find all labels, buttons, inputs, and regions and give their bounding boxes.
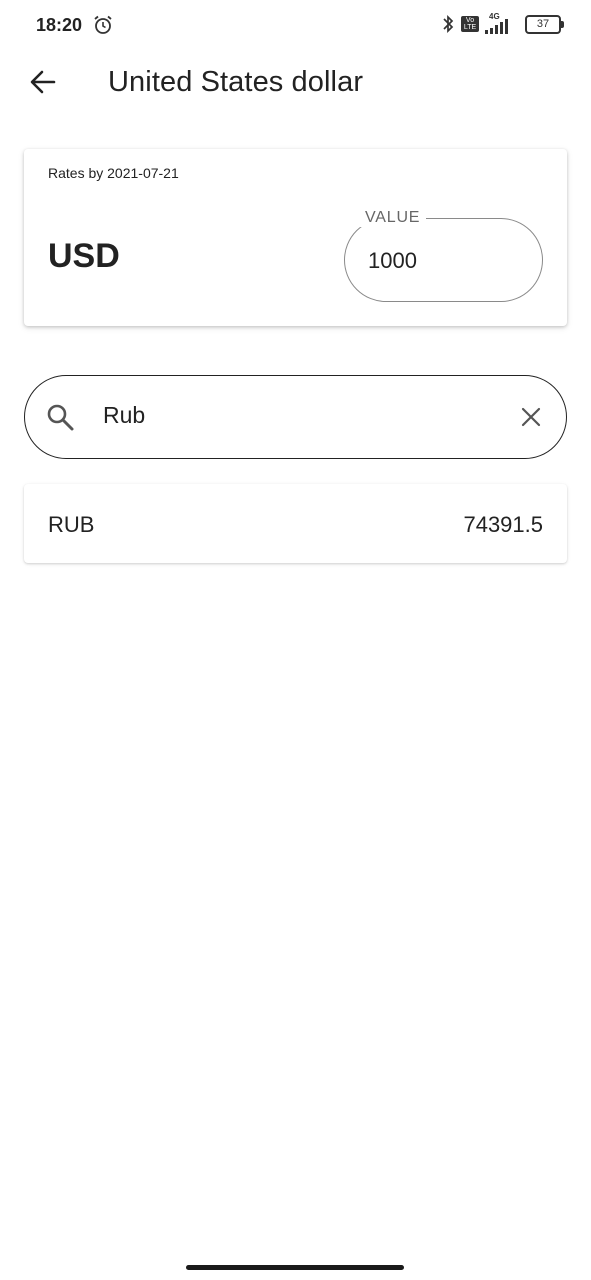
result-value: 74391.5 — [463, 512, 543, 537]
alarm-icon — [94, 15, 112, 34]
rates-date: Rates by 2021-07-21 — [48, 165, 179, 181]
rate-card: Rates by 2021-07-21 USD VALUE 1000 — [24, 149, 567, 326]
arrow-left-icon[interactable] — [26, 64, 62, 100]
status-time: 18:20 — [36, 15, 83, 35]
close-icon[interactable] — [518, 404, 544, 430]
battery-icon: 37 — [525, 14, 564, 34]
value-input-text[interactable]: 1000 — [368, 248, 417, 274]
value-field-label: VALUE — [359, 209, 427, 227]
status-icons: Vo LTE 4G 37 — [441, 12, 564, 35]
search-query[interactable]: Rub — [103, 402, 145, 429]
page-title: United States dollar — [108, 66, 364, 98]
volte-icon: Vo LTE — [461, 16, 479, 32]
bluetooth-icon — [443, 14, 454, 34]
list-item[interactable]: RUB 74391.5 — [24, 484, 567, 563]
signal-icon: 4G — [485, 12, 519, 35]
base-currency-code: USD — [48, 237, 120, 275]
search-icon — [47, 404, 74, 431]
home-indicator[interactable] — [186, 1265, 404, 1270]
result-currency-code: RUB — [48, 512, 95, 537]
